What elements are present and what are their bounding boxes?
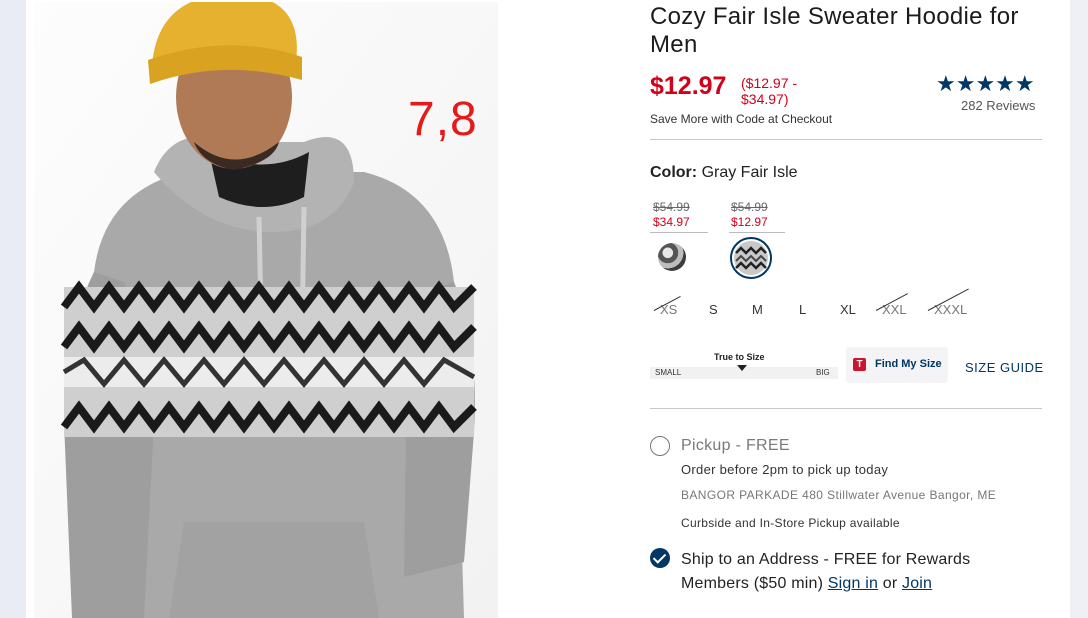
divider bbox=[729, 232, 785, 233]
pickup-order-before: Order before 2pm to pick up today bbox=[681, 462, 889, 477]
sign-in-link[interactable]: Sign in bbox=[828, 575, 878, 592]
find-my-size-button[interactable]: T Find My Size bbox=[846, 347, 948, 383]
swatch-price-1: $54.99 $34.97 bbox=[653, 200, 690, 230]
ship-radio-checked[interactable] bbox=[650, 548, 670, 568]
color-swatch-gray-fair-isle[interactable] bbox=[730, 237, 772, 279]
original-price: $54.99 bbox=[731, 200, 768, 214]
size-guide-link[interactable]: SIZE GUIDE bbox=[965, 360, 1044, 375]
pickup-option-title[interactable]: Pickup - FREE bbox=[681, 437, 790, 455]
fit-meter-small-label: SMALL bbox=[655, 368, 682, 377]
size-option-l[interactable]: L bbox=[799, 302, 806, 317]
size-option-xs[interactable]: XS bbox=[653, 295, 681, 317]
divider bbox=[650, 408, 1042, 409]
divider bbox=[650, 232, 708, 233]
size-label: L bbox=[799, 302, 807, 317]
color-value: Gray Fair Isle bbox=[701, 164, 798, 181]
fit-marker-icon bbox=[737, 365, 747, 371]
size-option-xxl[interactable]: XXL bbox=[875, 293, 909, 317]
size-option-m[interactable]: M bbox=[752, 302, 763, 317]
scrollbar-track[interactable] bbox=[1070, 0, 1088, 618]
reviews-link[interactable]: 282 Reviews bbox=[961, 98, 1035, 113]
pickup-radio[interactable] bbox=[650, 436, 670, 456]
ship-option-text[interactable]: Ship to an Address - FREE for Rewards Me… bbox=[681, 548, 1041, 596]
or-text: or bbox=[878, 575, 902, 592]
size-option-s[interactable]: S bbox=[709, 302, 718, 317]
promo-text: Save More with Code at Checkout bbox=[650, 112, 833, 126]
product-title: Cozy Fair Isle Sweater Hoodie for Men bbox=[650, 3, 1019, 58]
size-option-xl[interactable]: XL bbox=[840, 302, 856, 317]
true-fit-logo-icon: T bbox=[853, 358, 866, 371]
star-rating-icon[interactable]: ★★★★★ bbox=[936, 71, 1035, 97]
fair-isle-pattern-icon bbox=[734, 241, 768, 275]
color-swatch-camo[interactable] bbox=[658, 243, 686, 271]
fit-meter-title: True to Size bbox=[714, 352, 765, 362]
color-label: Color: bbox=[650, 164, 698, 181]
color-selection-label: Color: Gray Fair Isle bbox=[650, 164, 798, 182]
original-price: $54.99 bbox=[653, 200, 690, 214]
find-my-size-label: Find My Size bbox=[875, 358, 942, 370]
curbside-info: Curbside and In-Store Pickup available bbox=[681, 516, 900, 530]
price-range: ($12.97 - $34.97) bbox=[741, 75, 798, 107]
pickup-store-address[interactable]: BANGOR PARKADE 480 Stillwater Avenue Ban… bbox=[681, 488, 996, 502]
sale-price: $34.97 bbox=[653, 215, 690, 229]
size-option-xxxl[interactable]: XXXL bbox=[927, 288, 969, 317]
swatch-price-2: $54.99 $12.97 bbox=[731, 200, 768, 230]
annotation-label: 7,8 bbox=[408, 93, 478, 146]
size-label: S bbox=[709, 302, 718, 317]
divider bbox=[650, 139, 1042, 140]
join-link[interactable]: Join bbox=[902, 575, 932, 592]
sale-price: $12.97 bbox=[731, 215, 768, 229]
fit-meter-big-label: BIG bbox=[816, 368, 830, 377]
size-label: XL bbox=[840, 302, 856, 317]
size-label: M bbox=[752, 302, 763, 317]
sale-price: $12.97 bbox=[650, 72, 727, 100]
